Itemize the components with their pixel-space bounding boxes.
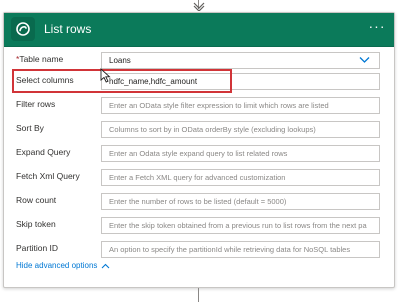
field-label: Filter rows [16, 99, 56, 109]
filter-rows-input[interactable]: Enter an OData style filter expression t… [101, 97, 380, 114]
chevron-down-icon [359, 57, 370, 63]
field-row-partition-id: Partition ID An option to specify the pa… [4, 238, 394, 262]
mouse-cursor-icon [100, 68, 111, 83]
skip-token-input[interactable]: Enter the skip token obtained from a pre… [101, 217, 380, 234]
card-header[interactable]: List rows ··· [4, 13, 394, 47]
hide-advanced-options-label: Hide advanced options [16, 261, 98, 270]
field-label: Fetch Xml Query [16, 171, 80, 181]
card-title: List rows [44, 22, 92, 36]
table-name-dropdown[interactable]: Loans [101, 52, 380, 69]
field-label: Expand Query [16, 147, 71, 157]
select-columns-input[interactable]: hdfc_name,hdfc_amount [101, 73, 380, 90]
dataverse-icon [11, 17, 35, 41]
expand-query-input[interactable]: Enter an Odata style expand query to lis… [101, 145, 380, 162]
field-label: Select columns [16, 75, 74, 85]
field-row-row-count: Row count Enter the number of rows to be… [4, 190, 394, 214]
partition-id-input[interactable]: An option to specify the partitionId whi… [101, 241, 380, 258]
field-label: Sort By [16, 123, 44, 133]
hide-advanced-options-link[interactable]: Hide advanced options [16, 261, 110, 270]
field-row-skip-token: Skip token Enter the skip token obtained… [4, 214, 394, 238]
list-rows-action-card: List rows ··· *Table name Loans Select c… [3, 12, 395, 288]
sort-by-input[interactable]: Columns to sort by in OData orderBy styl… [101, 121, 380, 138]
more-options-button[interactable]: ··· [367, 19, 387, 37]
field-row-filter-rows: Filter rows Enter an OData style filter … [4, 94, 394, 118]
field-label: *Table name [16, 54, 64, 64]
flow-connector-bottom [198, 288, 199, 302]
chevron-up-icon [102, 263, 110, 268]
field-label: Partition ID [16, 243, 59, 253]
field-row-expand-query: Expand Query Enter an Odata style expand… [4, 142, 394, 166]
field-row-fetch-xml-query: Fetch Xml Query Enter a Fetch XML query … [4, 166, 394, 190]
field-row-sort-by: Sort By Columns to sort by in OData orde… [4, 118, 394, 142]
field-label: Row count [16, 195, 57, 205]
flow-arrow-icon [193, 2, 205, 11]
row-count-input[interactable]: Enter the number of rows to be listed (d… [101, 193, 380, 210]
field-row-select-columns: Select columns hdfc_name,hdfc_amount [4, 70, 394, 94]
field-label: Skip token [16, 219, 56, 229]
fetch-xml-query-input[interactable]: Enter a Fetch XML query for advanced cus… [101, 169, 380, 186]
